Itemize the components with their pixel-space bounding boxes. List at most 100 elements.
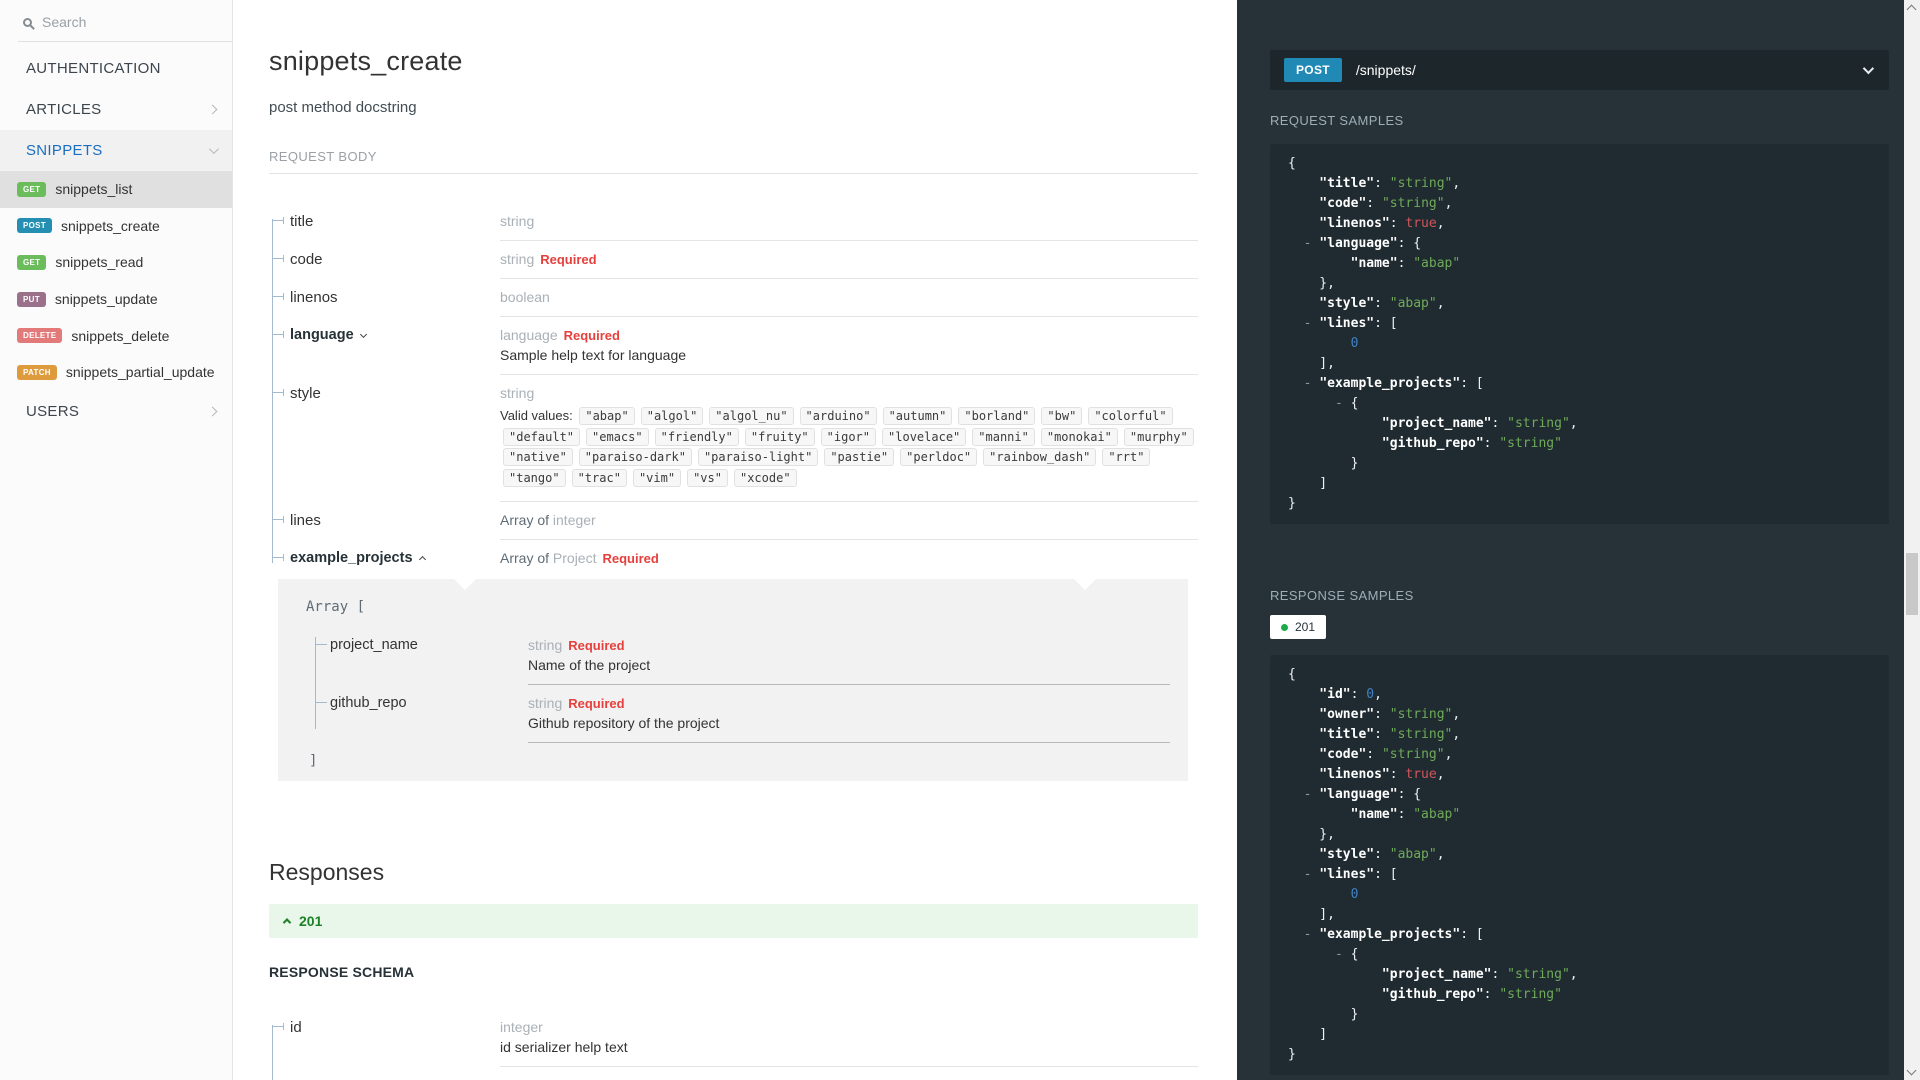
- scroll-up-arrow-icon[interactable]: [1906, 4, 1917, 15]
- valid-value-badge: "rrt": [1102, 448, 1151, 466]
- field-row-linenos: linenos boolean: [269, 279, 1198, 317]
- response-schema-label: RESPONSE SCHEMA: [269, 964, 415, 980]
- sidebar-item-snippets_list[interactable]: GET snippets_list: [0, 171, 232, 208]
- chevron-right-icon: [207, 104, 218, 115]
- field-help-text: Name of the project: [528, 657, 651, 673]
- code-line: ],: [1288, 905, 1879, 925]
- field-type: string: [528, 695, 563, 711]
- code-token: "string": [1389, 176, 1453, 191]
- code-token: -: [1288, 316, 1320, 331]
- code-token: "example_projects": [1319, 927, 1461, 942]
- code-token: -: [1288, 376, 1320, 391]
- sidebar-item-snippets_update[interactable]: PUT snippets_update: [0, 281, 232, 318]
- code-line: "code": "string",: [1288, 194, 1879, 214]
- sidebar-item-authentication[interactable]: AUTHENTICATION: [0, 48, 232, 89]
- code-token: : [: [1460, 376, 1484, 391]
- field-type-line: string: [500, 385, 1198, 401]
- sidebar-item-snippets_delete[interactable]: DELETE snippets_delete: [0, 317, 232, 354]
- tree-tick-icon: [272, 1023, 284, 1030]
- code-token: "abap": [1389, 296, 1437, 311]
- valid-value-badge: "manni": [972, 427, 1035, 446]
- valid-value-badge: "colorful": [1088, 407, 1173, 425]
- field-name-label: example_projects: [290, 550, 413, 566]
- field-row-lines: lines Array of integer: [269, 502, 1198, 540]
- field-name-label: title: [290, 213, 314, 230]
- valid-value-badge: "trac": [571, 468, 627, 487]
- code-token: : [: [1374, 867, 1398, 882]
- sidebar-item-users[interactable]: USERS: [0, 391, 232, 432]
- field-row-owner: ownerstring: [269, 1067, 1198, 1080]
- code-token: "abap": [1389, 847, 1437, 862]
- search-input[interactable]: [42, 14, 182, 30]
- field-type-line: integer: [500, 1019, 1198, 1035]
- code-line: "github_repo": "string": [1288, 434, 1879, 454]
- page-scrollbar[interactable]: [1904, 0, 1920, 1080]
- response-sample-tab-201[interactable]: 201: [1270, 615, 1327, 639]
- search-icon: [23, 17, 32, 27]
- sidebar-item-label: USERS: [26, 402, 80, 420]
- app-root: AUTHENTICATION ARTICLES SNIPPETS GET snippet…: [0, 0, 1920, 1080]
- code-token: -: [1288, 396, 1351, 411]
- code-token: {: [1350, 947, 1359, 962]
- method-docstring: post method docstring: [269, 99, 417, 116]
- page-title: snippets_create: [269, 46, 463, 76]
- valid-values: Valid values: "abap" "algol" "algol_nu" "ar…: [500, 406, 1198, 490]
- scrollbar-thumb[interactable]: [1906, 553, 1918, 615]
- sidebar-item-label: AUTHENTICATION: [26, 60, 161, 77]
- array-close-bracket: ]: [309, 753, 318, 769]
- valid-value-badge: "bw": [1041, 407, 1083, 425]
- sidebar-item-snippets_create[interactable]: POST snippets_create: [0, 208, 232, 245]
- code-token: -: [1288, 787, 1320, 802]
- code-line: - "lines": [: [1288, 865, 1879, 885]
- code-token: "code": [1288, 196, 1367, 211]
- field-name[interactable]: language: [269, 317, 500, 375]
- valid-value-badge: "native": [503, 448, 573, 466]
- valid-value-badge: "emacs": [586, 427, 649, 446]
- code-token: "string": [1507, 967, 1570, 982]
- status-dot-icon: [1281, 623, 1288, 631]
- code-token: ,: [1436, 216, 1445, 231]
- code-token: :: [1483, 436, 1500, 451]
- sidebar-item-articles[interactable]: ARTICLES: [0, 89, 232, 130]
- operation-label: snippets_list: [55, 181, 133, 198]
- field-type: string: [528, 637, 563, 653]
- operation-label: snippets_update: [54, 291, 158, 308]
- code-token: "linenos": [1288, 216, 1390, 231]
- field-type: integer: [500, 1019, 543, 1035]
- scroll-down-arrow-icon[interactable]: [1906, 1065, 1917, 1076]
- code-token: ,: [1444, 196, 1453, 211]
- sidebar-item-snippets_read[interactable]: GET snippets_read: [0, 244, 232, 281]
- field-name[interactable]: example_projects: [269, 540, 500, 579]
- code-line: "linenos": true,: [1288, 765, 1879, 785]
- field-help-text: id serializer help text: [500, 1039, 628, 1055]
- field-row-example_projects: example_projects Array of Project Required: [269, 540, 1198, 579]
- field-name: owner: [269, 1067, 500, 1080]
- valid-value-badge: "paraiso-dark": [578, 448, 692, 466]
- code-line: }: [1288, 494, 1879, 514]
- field-type: language: [500, 327, 558, 343]
- tree-tick-icon: [272, 554, 284, 561]
- field-value: string Required: [500, 241, 1198, 279]
- sidebar-item-snippets_partial_update[interactable]: PATCH snippets_partial_update: [0, 354, 232, 391]
- code-token: "id": [1288, 687, 1351, 702]
- response-201-banner[interactable]: 201: [269, 904, 1198, 938]
- code-token: ,: [1374, 687, 1382, 702]
- code-token: ,: [1444, 747, 1453, 762]
- code-token: ,: [1436, 847, 1445, 862]
- code-token: }: [1288, 1007, 1359, 1022]
- code-token: :: [1366, 196, 1382, 211]
- valid-value-badge: "borland": [958, 407, 1036, 425]
- endpoint-dropdown[interactable]: POST /snippets/: [1270, 50, 1889, 90]
- code-token: "project_name": [1288, 967, 1492, 982]
- code-token: "example_projects": [1319, 376, 1461, 391]
- array-item-fields: project_name string Required Name of the pr…: [312, 627, 1170, 743]
- code-token: :: [1397, 256, 1414, 271]
- code-token: ,: [1436, 296, 1445, 311]
- sidebar-item-snippets[interactable]: SNIPPETS: [0, 130, 232, 171]
- code-line: "style": "abap",: [1288, 294, 1879, 314]
- code-token: "string": [1389, 707, 1453, 722]
- code-token: -: [1288, 236, 1320, 251]
- code-token: "string": [1381, 747, 1445, 762]
- code-line: ],: [1288, 354, 1879, 374]
- valid-value-badge: "algol": [640, 407, 704, 425]
